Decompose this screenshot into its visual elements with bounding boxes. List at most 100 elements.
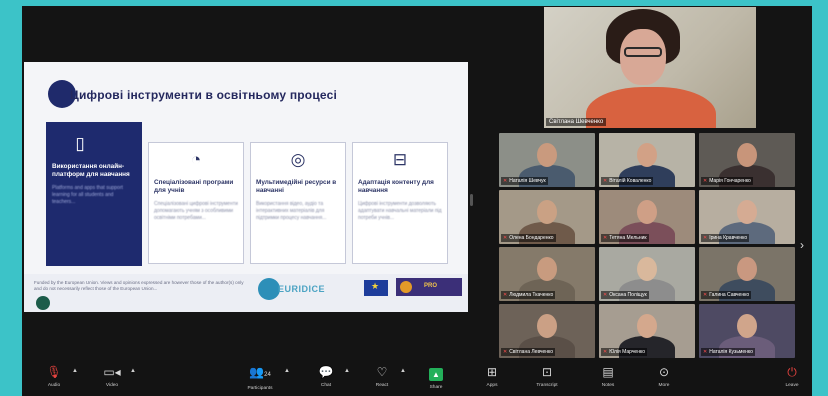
transcript-button[interactable]: ⊡ Transcript xyxy=(530,364,564,394)
slide-card-online-platforms: ▯ Використання онлайн-платформ для навча… xyxy=(46,122,142,266)
participant-head xyxy=(537,200,557,224)
participant-name: Юлія Марченко xyxy=(601,348,647,356)
participant-head xyxy=(737,200,757,224)
participants-button[interactable]: 👥24 Participants xyxy=(242,364,278,394)
participant-head xyxy=(637,200,657,224)
participant-tile[interactable]: Тетяна Мельник xyxy=(599,190,695,244)
more-dots-icon: ⊙ xyxy=(658,365,670,379)
more-label: More xyxy=(658,383,670,388)
participant-tile[interactable]: Юлія Марченко xyxy=(599,304,695,358)
participant-tile[interactable]: Марія Гончаренко xyxy=(699,133,795,187)
speaker-glasses xyxy=(624,47,662,57)
participant-head xyxy=(637,257,657,281)
participant-name: Ірина Кравченко xyxy=(701,234,750,242)
slide-card-content-adaptation: ⊟ Адаптація контенту для навчання Цифров… xyxy=(352,142,448,264)
participants-label: Participants xyxy=(247,386,273,391)
audio-button[interactable]: 🎙 Audio xyxy=(40,364,68,394)
euridice-logo-text: EURIDICE xyxy=(278,284,326,294)
participant-name: Марія Гончаренко xyxy=(701,177,753,185)
participant-gallery: Наталія Шевчук Віталій Коваленко Марія Гон… xyxy=(499,133,795,359)
participant-name: Віталій Коваленко xyxy=(601,177,654,185)
participant-name: Галина Савченко xyxy=(701,291,752,299)
active-speaker-video[interactable]: Світлана Шевченко xyxy=(544,7,756,128)
participants-icon: 👥24 xyxy=(249,365,271,379)
card-text: Спеціалізовані цифрові інструменти допом… xyxy=(154,201,238,221)
react-label: React xyxy=(375,383,389,388)
card-text: Використання відео, аудіо та інтерактивн… xyxy=(256,201,327,221)
video-camera-icon: ▭◂ xyxy=(103,365,121,379)
video-button[interactable]: ▭◂ Video xyxy=(98,364,126,394)
participant-tile[interactable]: Галина Савченко xyxy=(699,247,795,301)
participant-tile[interactable]: Віталій Коваленко xyxy=(599,133,695,187)
eu-flag-icon xyxy=(364,280,388,296)
participant-tile[interactable]: Людмила Ткаченко xyxy=(499,247,595,301)
chat-button[interactable]: 💬 Chat xyxy=(312,364,340,394)
participant-head xyxy=(737,314,757,338)
participant-tile[interactable]: Світлана Левченко xyxy=(499,304,595,358)
audio-options-chevron-icon[interactable]: ▲ xyxy=(72,368,78,374)
leave-button[interactable]: ⏻ Leave xyxy=(778,364,806,394)
pie-chart-icon: ◔ xyxy=(190,150,202,169)
participant-tile[interactable]: Ірина Кравченко xyxy=(699,190,795,244)
heart-smile-icon: ♡ xyxy=(376,365,388,379)
microphone-muted-icon: 🎙 xyxy=(46,365,62,379)
speaker-name: Світлана Шевченко xyxy=(546,118,607,126)
participant-head xyxy=(637,143,657,167)
participant-name: Оксана Поліщук xyxy=(601,291,649,299)
tablet-icon: ▯ xyxy=(75,134,85,153)
apps-button[interactable]: ⊞ Apps xyxy=(478,364,506,394)
slide-card-multimedia: ◎ Мультимедійні ресурси в навчанні Викор… xyxy=(250,142,346,264)
participant-head xyxy=(737,257,757,281)
transcript-icon: ⊡ xyxy=(541,365,553,379)
more-button[interactable]: ⊙ More xyxy=(650,364,678,394)
participant-name: Світлана Левченко xyxy=(501,348,556,356)
slide-footer: Funded by the European Union. Views and … xyxy=(24,274,468,312)
participant-head xyxy=(537,314,557,338)
share-button[interactable]: ▲ Share xyxy=(422,364,450,394)
participant-name: Тетяна Мельник xyxy=(601,234,649,242)
participant-tile[interactable]: Наталія Кузьменко xyxy=(699,304,795,358)
shared-screen-slide: Цифрові інструменти в освітньому процесі… xyxy=(24,62,468,312)
footer-logo-icon xyxy=(36,296,50,310)
footer-disclaimer: Funded by the European Union. Views and … xyxy=(34,280,244,291)
card-text: Цифрові інструменти дозволяють адаптуват… xyxy=(358,201,442,221)
participant-tile[interactable]: Оксана Поліщук xyxy=(599,247,695,301)
participant-name: Наталія Кузьменко xyxy=(701,348,755,356)
meeting-window: Цифрові інструменти в освітньому процесі… xyxy=(22,6,812,396)
notes-button[interactable]: ▤ Notes xyxy=(594,364,622,394)
card-title: Мультимедійні ресурси в навчанні xyxy=(256,179,337,194)
participant-tile[interactable]: Наталія Шевчук xyxy=(499,133,595,187)
chat-label: Chat xyxy=(320,383,332,388)
participants-count: 24 xyxy=(264,372,271,378)
video-label: Video xyxy=(105,383,119,388)
notes-icon: ▤ xyxy=(602,365,614,379)
card-title: Адаптація контенту для навчання xyxy=(358,179,434,194)
participant-head xyxy=(637,314,657,338)
react-button[interactable]: ♡ React xyxy=(368,364,396,394)
target-icon: ◎ xyxy=(290,150,306,169)
leave-icon: ⏻ xyxy=(787,365,797,379)
participant-name: Наталія Шевчук xyxy=(501,177,548,185)
react-options-chevron-icon[interactable]: ▲ xyxy=(400,368,406,374)
euridice-logo-icon xyxy=(258,278,280,300)
participant-name: Людмила Ткаченко xyxy=(501,291,556,299)
share-label: Share xyxy=(429,385,443,390)
card-title: Використання онлайн-платформ для навчанн… xyxy=(52,163,130,178)
speaker-face xyxy=(620,29,666,85)
share-screen-icon: ▲ xyxy=(429,368,443,381)
participants-options-chevron-icon[interactable]: ▲ xyxy=(284,368,290,374)
audio-label: Audio xyxy=(47,383,61,388)
chevron-right-icon[interactable]: › xyxy=(800,238,810,252)
participant-head xyxy=(537,257,557,281)
participant-name: Олена Бондаренко xyxy=(501,234,556,242)
chat-options-chevron-icon[interactable]: ▲ xyxy=(344,368,350,374)
slide-title: Цифрові інструменти в освітньому процесі xyxy=(70,88,338,102)
leave-label: Leave xyxy=(785,383,799,388)
card-title: Спеціалізовані програми для учнів xyxy=(154,179,234,194)
split-resize-handle[interactable] xyxy=(470,194,473,206)
notes-label: Notes xyxy=(601,383,615,388)
participant-tile[interactable]: Олена Бондаренко xyxy=(499,190,595,244)
partner-logo-text: PRO xyxy=(424,283,438,289)
video-options-chevron-icon[interactable]: ▲ xyxy=(130,368,136,374)
partner-logo: PRO xyxy=(396,278,462,296)
